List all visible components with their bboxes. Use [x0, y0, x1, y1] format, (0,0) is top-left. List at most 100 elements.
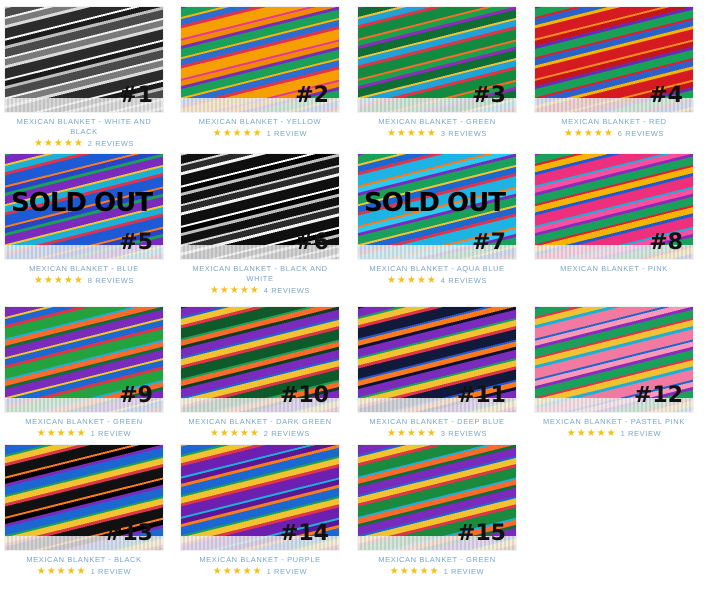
review-count[interactable]: 1 REVIEW	[267, 567, 308, 576]
product-number: #9	[119, 383, 153, 408]
product-rating: ★★★★★ 1 REVIEW	[534, 428, 694, 439]
product-image[interactable]: #2	[180, 6, 340, 113]
product-card-4[interactable]: #4 MEXICAN BLANKET - RED ★★★★★ 6 REVIEWS	[534, 6, 694, 139]
review-count[interactable]: 3 REVIEWS	[441, 429, 487, 438]
product-title[interactable]: MEXICAN BLANKET - BLACK	[4, 555, 164, 565]
product-title[interactable]: MEXICAN BLANKET - GREEN	[357, 117, 517, 127]
product-card-1[interactable]: #1 MEXICAN BLANKET - WHITE AND BLACK ★★★…	[4, 6, 164, 149]
product-rating: ★★★★★ 1 REVIEW	[180, 128, 340, 139]
rating-stars: ★★★★★	[212, 128, 263, 139]
product-card-9[interactable]: #9 MEXICAN BLANKET - GREEN ★★★★★ 1 REVIEW	[4, 306, 164, 439]
product-rating: ★★★★★ 8 REVIEWS	[4, 275, 164, 286]
product-rating: ★★★★★ 1 REVIEW	[180, 566, 340, 577]
rating-stars: ★★★★★	[566, 428, 617, 439]
product-number: #13	[103, 521, 153, 546]
product-number: #5	[119, 230, 153, 255]
product-title[interactable]: MEXICAN BLANKET - YELLOW	[180, 117, 340, 127]
product-image[interactable]: #12	[534, 306, 694, 413]
product-title[interactable]: MEXICAN BLANKET - RED	[534, 117, 694, 127]
product-number: #2	[295, 83, 329, 108]
review-count[interactable]: 3 REVIEWS	[441, 129, 487, 138]
product-rating: ★★★★★ 3 REVIEWS	[357, 428, 517, 439]
product-image[interactable]: #1	[4, 6, 164, 113]
product-title[interactable]: MEXICAN BLANKET - GREEN	[4, 417, 164, 427]
product-image[interactable]: #4	[534, 6, 694, 113]
review-count[interactable]: 4 REVIEWS	[441, 276, 487, 285]
product-card-2[interactable]: #2 MEXICAN BLANKET - YELLOW ★★★★★ 1 REVIE…	[180, 6, 340, 139]
review-count[interactable]: 2 REVIEWS	[88, 139, 134, 148]
product-image[interactable]: #13	[4, 444, 164, 551]
product-rating: ★★★★★ 1 REVIEW	[357, 566, 517, 577]
sold-out-label: SOLD OUT	[11, 188, 153, 218]
product-card-5[interactable]: SOLD OUT #5 MEXICAN BLANKET - BLUE ★★★★★…	[4, 153, 164, 286]
rating-stars: ★★★★★	[389, 566, 440, 577]
sold-out-label: SOLD OUT	[364, 188, 506, 218]
product-image[interactable]: #10	[180, 306, 340, 413]
product-rating: ★★★★★ 6 REVIEWS	[534, 128, 694, 139]
review-count[interactable]: 6 REVIEWS	[618, 129, 664, 138]
product-image[interactable]: #14	[180, 444, 340, 551]
product-image[interactable]: SOLD OUT #5	[4, 153, 164, 260]
product-card-10[interactable]: #10 MEXICAN BLANKET - DARK GREEN ★★★★★ 2 …	[180, 306, 340, 439]
product-image[interactable]: #15	[357, 444, 517, 551]
rating-stars: ★★★★★	[212, 566, 263, 577]
product-card-7[interactable]: SOLD OUT #7 MEXICAN BLANKET - AQUA BLUE …	[357, 153, 517, 286]
product-image[interactable]: SOLD OUT #7	[357, 153, 517, 260]
product-number: #3	[472, 83, 506, 108]
product-number: #1	[119, 83, 153, 108]
review-count[interactable]: 1 REVIEW	[621, 429, 662, 438]
product-image[interactable]: #6	[180, 153, 340, 260]
product-rating	[534, 275, 694, 286]
product-number: #4	[649, 83, 683, 108]
rating-stars: ★★★★★	[33, 138, 84, 149]
product-title[interactable]: MEXICAN BLANKET - BLUE	[4, 264, 164, 274]
review-count[interactable]: 2 REVIEWS	[264, 429, 310, 438]
review-count[interactable]: 1 REVIEW	[267, 129, 308, 138]
product-title[interactable]: MEXICAN BLANKET - BLACK AND WHITE	[180, 264, 340, 284]
rating-stars: ★★★★★	[386, 128, 437, 139]
product-number: #15	[456, 521, 506, 546]
product-title[interactable]: MEXICAN BLANKET - AQUA BLUE	[357, 264, 517, 274]
product-image[interactable]: #9	[4, 306, 164, 413]
product-title[interactable]: MEXICAN BLANKET - PASTEL PINK	[534, 417, 694, 427]
product-card-13[interactable]: #13 MEXICAN BLANKET - BLACK ★★★★★ 1 REVIE…	[4, 444, 164, 577]
product-rating: ★★★★★ 4 REVIEWS	[357, 275, 517, 286]
review-count[interactable]: 1 REVIEW	[91, 567, 132, 576]
product-title[interactable]: MEXICAN BLANKET - PURPLE	[180, 555, 340, 565]
review-count[interactable]: 4 REVIEWS	[264, 286, 310, 295]
review-count[interactable]: 1 REVIEW	[444, 567, 485, 576]
product-number: #6	[295, 230, 329, 255]
product-number: #7	[472, 230, 506, 255]
product-rating: ★★★★★ 4 REVIEWS	[180, 285, 340, 296]
rating-stars: ★★★★★	[209, 285, 260, 296]
product-rating: ★★★★★ 1 REVIEW	[4, 428, 164, 439]
product-image[interactable]: #11	[357, 306, 517, 413]
product-image[interactable]: #3	[357, 6, 517, 113]
review-count[interactable]: 1 REVIEW	[91, 429, 132, 438]
rating-stars: ★★★★★	[36, 566, 87, 577]
product-card-14[interactable]: #14 MEXICAN BLANKET - PURPLE ★★★★★ 1 REVI…	[180, 444, 340, 577]
product-number: #8	[649, 230, 683, 255]
review-count[interactable]: 8 REVIEWS	[88, 276, 134, 285]
rating-stars: ★★★★★	[36, 428, 87, 439]
product-title[interactable]: MEXICAN BLANKET - GREEN	[357, 555, 517, 565]
product-title[interactable]: MEXICAN BLANKET - DEEP BLUE	[357, 417, 517, 427]
product-card-12[interactable]: #12 MEXICAN BLANKET - PASTEL PINK ★★★★★ 1…	[534, 306, 694, 439]
product-rating: ★★★★★ 2 REVIEWS	[180, 428, 340, 439]
product-number: #12	[633, 383, 683, 408]
rating-stars: ★★★★★	[33, 275, 84, 286]
product-title[interactable]: MEXICAN BLANKET - PINK	[534, 264, 694, 274]
product-card-8[interactable]: #8 MEXICAN BLANKET - PINK	[534, 153, 694, 286]
product-card-3[interactable]: #3 MEXICAN BLANKET - GREEN ★★★★★ 3 REVIEW…	[357, 6, 517, 139]
product-title[interactable]: MEXICAN BLANKET - DARK GREEN	[180, 417, 340, 427]
product-grid: #1 MEXICAN BLANKET - WHITE AND BLACK ★★★…	[0, 0, 707, 600]
rating-stars: ★★★★★	[386, 428, 437, 439]
product-image[interactable]: #8	[534, 153, 694, 260]
product-card-15[interactable]: #15 MEXICAN BLANKET - GREEN ★★★★★ 1 REVIE…	[357, 444, 517, 577]
product-rating: ★★★★★ 1 REVIEW	[4, 566, 164, 577]
product-title[interactable]: MEXICAN BLANKET - WHITE AND BLACK	[4, 117, 164, 137]
product-card-6[interactable]: #6 MEXICAN BLANKET - BLACK AND WHITE ★★★…	[180, 153, 340, 296]
product-number: #11	[456, 383, 506, 408]
rating-stars: ★★★★★	[209, 428, 260, 439]
product-card-11[interactable]: #11 MEXICAN BLANKET - DEEP BLUE ★★★★★ 3 R…	[357, 306, 517, 439]
